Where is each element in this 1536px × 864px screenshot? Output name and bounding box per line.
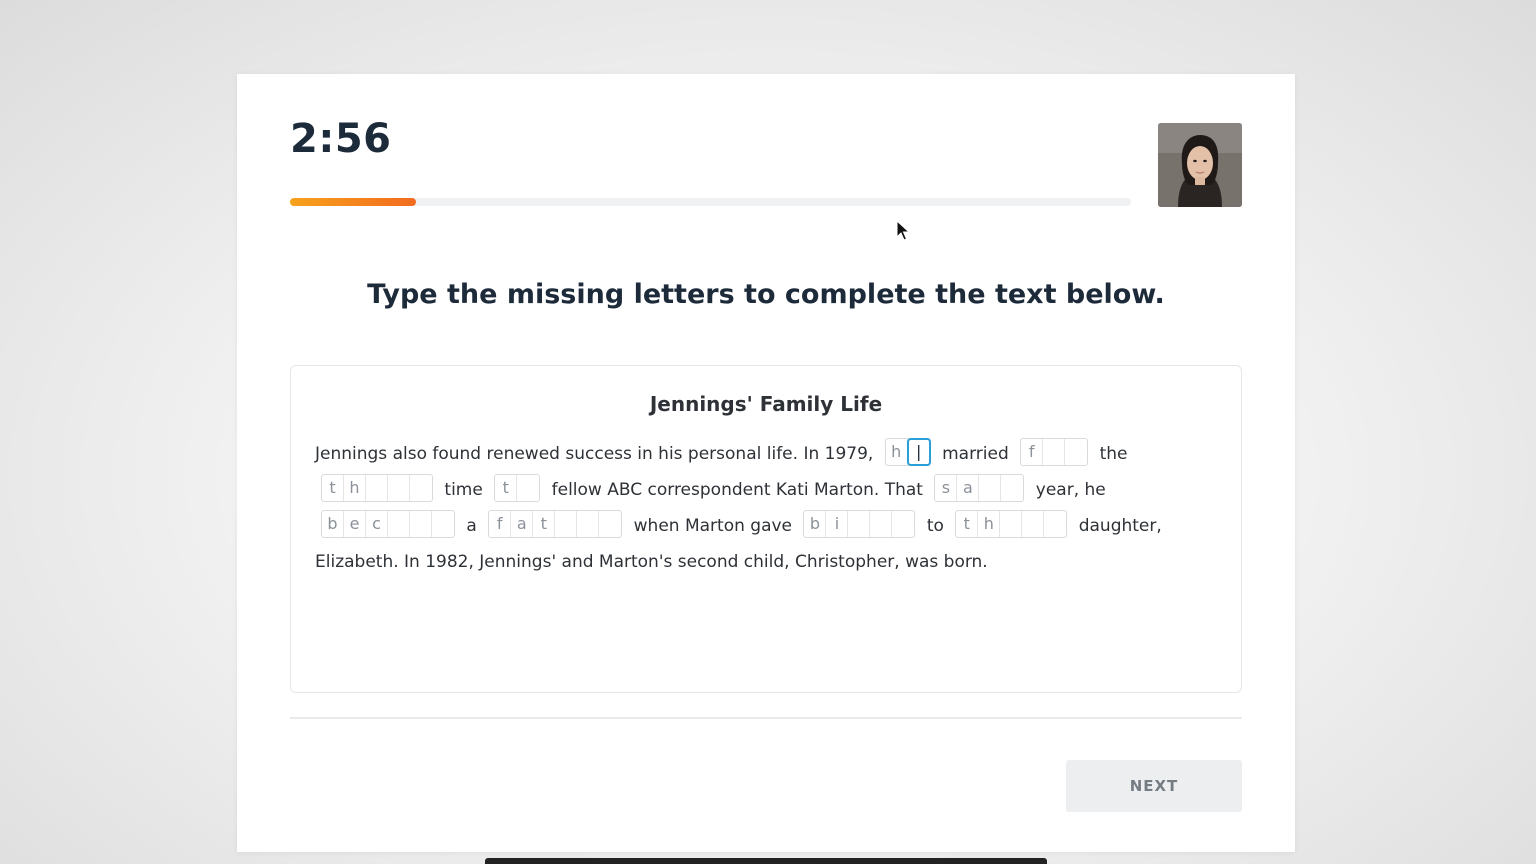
passage-title: Jennings' Family Life bbox=[649, 392, 883, 416]
letter-box[interactable]: b bbox=[804, 511, 827, 537]
letter-box[interactable]: t bbox=[322, 475, 344, 501]
passage-line: Elizabeth. In 1982, Jennings' and Marton… bbox=[315, 552, 988, 572]
letter-box[interactable]: h bbox=[886, 439, 908, 465]
person-image bbox=[1158, 123, 1242, 207]
letter-box[interactable] bbox=[517, 475, 539, 501]
missing-letters-input[interactable]: th bbox=[321, 474, 433, 502]
letter-box[interactable] bbox=[892, 511, 914, 537]
passage-text-segment: year, he bbox=[1035, 480, 1106, 500]
letter-box[interactable]: a bbox=[957, 475, 980, 501]
passage-text-segment: time bbox=[444, 480, 483, 500]
passage-text-segment: when Marton gave bbox=[633, 516, 793, 536]
letter-box[interactable] bbox=[1001, 475, 1023, 501]
missing-letters-input[interactable]: th bbox=[955, 510, 1068, 538]
missing-letters-input[interactable]: f bbox=[1020, 438, 1089, 466]
passage-line: bec a fat when Marton gave bi to th daug… bbox=[315, 508, 1225, 544]
letter-box[interactable]: t bbox=[533, 511, 556, 537]
letter-box[interactable] bbox=[388, 511, 410, 537]
passage-text-segment: a bbox=[466, 516, 477, 536]
passage-text-segment: Jennings also found renewed success in h… bbox=[315, 444, 874, 464]
letter-box[interactable] bbox=[1044, 511, 1066, 537]
letter-box[interactable]: s bbox=[935, 475, 958, 501]
passage-text-segment: married bbox=[942, 444, 1009, 464]
letter-box[interactable] bbox=[388, 475, 410, 501]
letter-box[interactable] bbox=[432, 511, 454, 537]
missing-letters-input[interactable]: fat bbox=[488, 510, 623, 538]
letter-box[interactable]: f bbox=[489, 511, 512, 537]
passage-text-segment: to bbox=[926, 516, 944, 536]
letter-box[interactable]: t bbox=[495, 475, 518, 501]
passage-panel: Jennings' Family Life Jennings also foun… bbox=[290, 365, 1242, 693]
letter-box[interactable]: h bbox=[344, 475, 366, 501]
letter-box[interactable] bbox=[366, 475, 388, 501]
missing-letters-input[interactable]: bi bbox=[803, 510, 916, 538]
passage-text: Jennings also found renewed success in h… bbox=[315, 436, 1225, 580]
progress-bar bbox=[290, 198, 1131, 206]
letter-box[interactable]: | bbox=[906, 438, 931, 466]
letter-box[interactable] bbox=[1022, 511, 1045, 537]
passage-line: th time t fellow ABC correspondent Kati … bbox=[315, 472, 1225, 508]
letter-box[interactable]: i bbox=[826, 511, 849, 537]
letter-box[interactable] bbox=[410, 475, 432, 501]
letter-box[interactable] bbox=[1000, 511, 1023, 537]
countdown-timer: 2:56 bbox=[290, 116, 392, 162]
video-progress-bar bbox=[485, 858, 1047, 864]
letter-box[interactable] bbox=[1043, 439, 1066, 465]
letter-box[interactable]: b bbox=[322, 511, 344, 537]
progress-fill bbox=[290, 198, 417, 206]
letter-box[interactable]: t bbox=[956, 511, 979, 537]
missing-letters-input[interactable]: t bbox=[494, 474, 541, 502]
letter-box[interactable] bbox=[555, 511, 578, 537]
passage-line: Jennings also found renewed success in h… bbox=[315, 436, 1225, 472]
letter-box[interactable]: h bbox=[978, 511, 1001, 537]
letter-box[interactable]: a bbox=[511, 511, 534, 537]
passage-text-segment: the bbox=[1099, 444, 1128, 464]
letter-box[interactable] bbox=[979, 475, 1002, 501]
letter-box[interactable]: e bbox=[344, 511, 366, 537]
missing-letters-input[interactable]: sa bbox=[934, 474, 1025, 502]
missing-letters-input[interactable]: h | bbox=[884, 438, 931, 466]
divider bbox=[290, 717, 1242, 719]
instruction-heading: Type the missing letters to complete the… bbox=[367, 279, 1165, 310]
letter-box[interactable]: f bbox=[1021, 439, 1044, 465]
letter-box[interactable] bbox=[870, 511, 893, 537]
letter-box[interactable]: c bbox=[366, 511, 388, 537]
mouse-cursor-icon bbox=[896, 220, 910, 241]
test-card: 2:56 Type the missing letters to complet… bbox=[237, 74, 1295, 852]
letter-box[interactable] bbox=[848, 511, 871, 537]
passage-text-segment: daughter, bbox=[1078, 516, 1162, 536]
letter-box[interactable] bbox=[577, 511, 600, 537]
passage-text-segment: fellow ABC correspondent Kati Marton. Th… bbox=[551, 480, 923, 500]
letter-box[interactable] bbox=[599, 511, 621, 537]
letter-box[interactable] bbox=[1065, 439, 1087, 465]
next-button[interactable]: NEXT bbox=[1066, 760, 1242, 812]
letter-box[interactable] bbox=[410, 511, 432, 537]
webcam-preview bbox=[1158, 123, 1242, 207]
missing-letters-input[interactable]: bec bbox=[321, 510, 455, 538]
